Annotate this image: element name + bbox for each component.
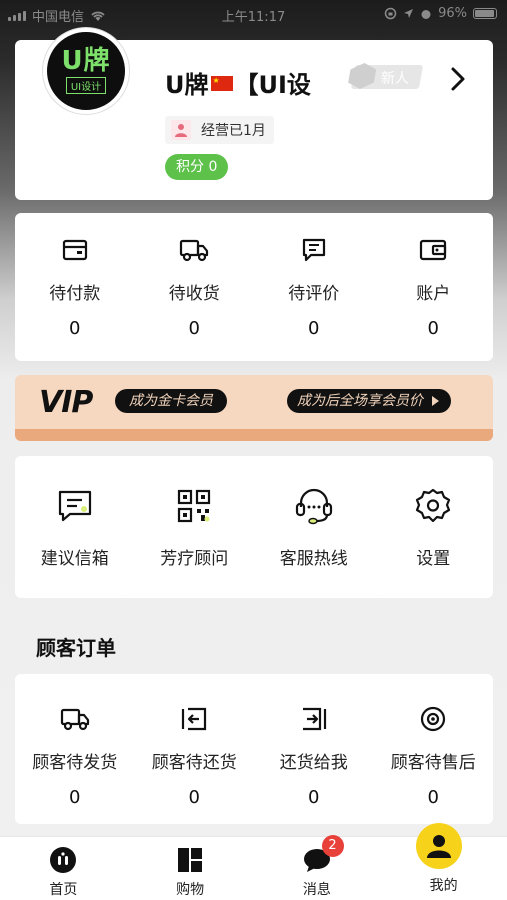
customer-order-count: 0 — [427, 787, 439, 808]
vip-logo: VIP — [39, 385, 93, 420]
username-suffix: 【UI设 — [234, 71, 311, 99]
avatar[interactable]: U牌 UI设计 — [43, 28, 129, 114]
message-icon — [55, 486, 95, 526]
account-icon — [418, 235, 448, 265]
tool-label: 芳疗顾问 — [160, 549, 229, 569]
order-item-account[interactable]: 账户 0 — [374, 235, 494, 339]
tab-label: 购物 — [176, 882, 205, 898]
shop-icon — [175, 845, 205, 875]
tab-me[interactable]: 我的 — [380, 823, 507, 900]
return-icon — [179, 704, 209, 734]
tab-home[interactable]: 首页 — [0, 837, 127, 900]
order-item-label: 账户 — [416, 284, 451, 304]
order-item-pending-review[interactable]: 待评价 0 — [254, 235, 374, 339]
tab-label: 消息 — [302, 882, 331, 898]
import-icon — [299, 704, 329, 734]
customer-order-label: 还货给我 — [279, 753, 348, 773]
comment-icon — [299, 235, 329, 265]
tool-settings[interactable]: 设置 — [374, 486, 494, 569]
customer-order-to-return[interactable]: 顾客待还货 0 — [135, 704, 255, 808]
customer-order-label: 顾客待售后 — [390, 753, 476, 773]
order-item-count: 0 — [69, 318, 81, 339]
avatar-logo-text: U牌 — [61, 46, 111, 76]
points-badge[interactable]: 积分 0 — [165, 154, 229, 180]
alarm-icon — [421, 9, 431, 19]
vip-benefit-text: 成为后全场享会员价 — [297, 393, 423, 409]
truck-icon — [60, 704, 90, 734]
tenure-tag: 经营已1月 — [165, 116, 274, 144]
tool-label: 设置 — [416, 549, 451, 569]
username-prefix: U牌 — [165, 71, 209, 99]
order-item-pending-receipt[interactable]: 待收货 0 — [135, 235, 255, 339]
tool-label: 建议信箱 — [40, 549, 109, 569]
profile-card[interactable]: U牌 UI设计 U牌【UI设 新人 经营已1月 积分 0 — [15, 28, 493, 200]
tab-messages[interactable]: 2 消息 — [254, 835, 381, 900]
tools-card: 建议信箱 芳疗顾问 客服热线 设置 — [15, 456, 493, 598]
tab-shop[interactable]: 购物 — [127, 837, 254, 900]
bottom-tab-bar: 首页 购物 2 消息 我的 — [0, 823, 507, 900]
customer-order-after-sales[interactable]: 顾客待售后 0 — [374, 704, 494, 808]
customer-order-count: 0 — [188, 787, 200, 808]
order-item-count: 0 — [188, 318, 200, 339]
qrcode-icon — [174, 486, 214, 526]
status-bar: 中国电信 上午11:17 96% — [0, 0, 507, 28]
tab-label: 我的 — [429, 878, 458, 894]
customer-orders-title: 顾客订单 — [36, 636, 116, 660]
customer-order-label: 顾客待发货 — [32, 753, 118, 773]
wallet-icon — [60, 235, 90, 265]
location-icon — [404, 9, 414, 18]
order-item-label: 待付款 — [49, 284, 101, 304]
level-hexagon-icon — [347, 63, 378, 89]
rotation-lock-icon — [384, 7, 397, 20]
truck-icon — [179, 235, 209, 265]
customer-order-count: 0 — [69, 787, 81, 808]
vip-benefit-button[interactable]: 成为后全场享会员价 — [287, 389, 451, 413]
battery-icon — [473, 8, 497, 19]
tenure-text: 经营已1月 — [201, 123, 266, 139]
user-icon — [416, 823, 463, 869]
avatar-logo-subtext: UI设计 — [65, 77, 107, 94]
home-icon — [48, 845, 78, 875]
order-status-card: 待付款 0 待收货 0 待评价 0 账户 0 — [15, 213, 493, 361]
vip-banner[interactable]: VIP 成为金卡会员 成为后全场享会员价 — [15, 375, 493, 441]
order-item-label: 待评价 — [288, 284, 340, 304]
order-item-count: 0 — [308, 318, 320, 339]
gear-icon — [413, 486, 453, 526]
tool-label: 客服热线 — [279, 549, 348, 569]
customer-orders-card: 顾客待发货 0 顾客待还货 0 还货给我 0 顾客待售后 0 — [15, 674, 493, 824]
chevron-right-icon[interactable] — [443, 64, 473, 94]
tab-label: 首页 — [49, 882, 78, 898]
customer-order-count: 0 — [308, 787, 320, 808]
tool-suggestion-box[interactable]: 建议信箱 — [15, 486, 135, 569]
person-icon — [171, 120, 191, 140]
customer-order-return-to-me[interactable]: 还货给我 0 — [254, 704, 374, 808]
order-item-pending-payment[interactable]: 待付款 0 — [15, 235, 135, 339]
tool-aromatherapy-advisor[interactable]: 芳疗顾问 — [135, 486, 255, 569]
order-item-count: 0 — [427, 318, 439, 339]
tool-service-hotline[interactable]: 客服热线 — [254, 486, 374, 569]
vip-join-tag: 成为金卡会员 — [115, 389, 227, 413]
headset-icon — [294, 486, 334, 526]
member-level-badge: 新人 — [351, 65, 424, 89]
customer-order-to-ship[interactable]: 顾客待发货 0 — [15, 704, 135, 808]
china-flag-icon — [210, 76, 233, 91]
arrow-right-icon — [432, 396, 439, 406]
target-icon — [418, 704, 448, 734]
order-item-label: 待收货 — [168, 284, 220, 304]
member-level-text: 新人 — [380, 71, 409, 87]
message-count-badge: 2 — [321, 835, 344, 857]
username: U牌【UI设 — [165, 65, 311, 100]
battery-percent: 96% — [438, 6, 467, 21]
customer-order-label: 顾客待还货 — [151, 753, 237, 773]
